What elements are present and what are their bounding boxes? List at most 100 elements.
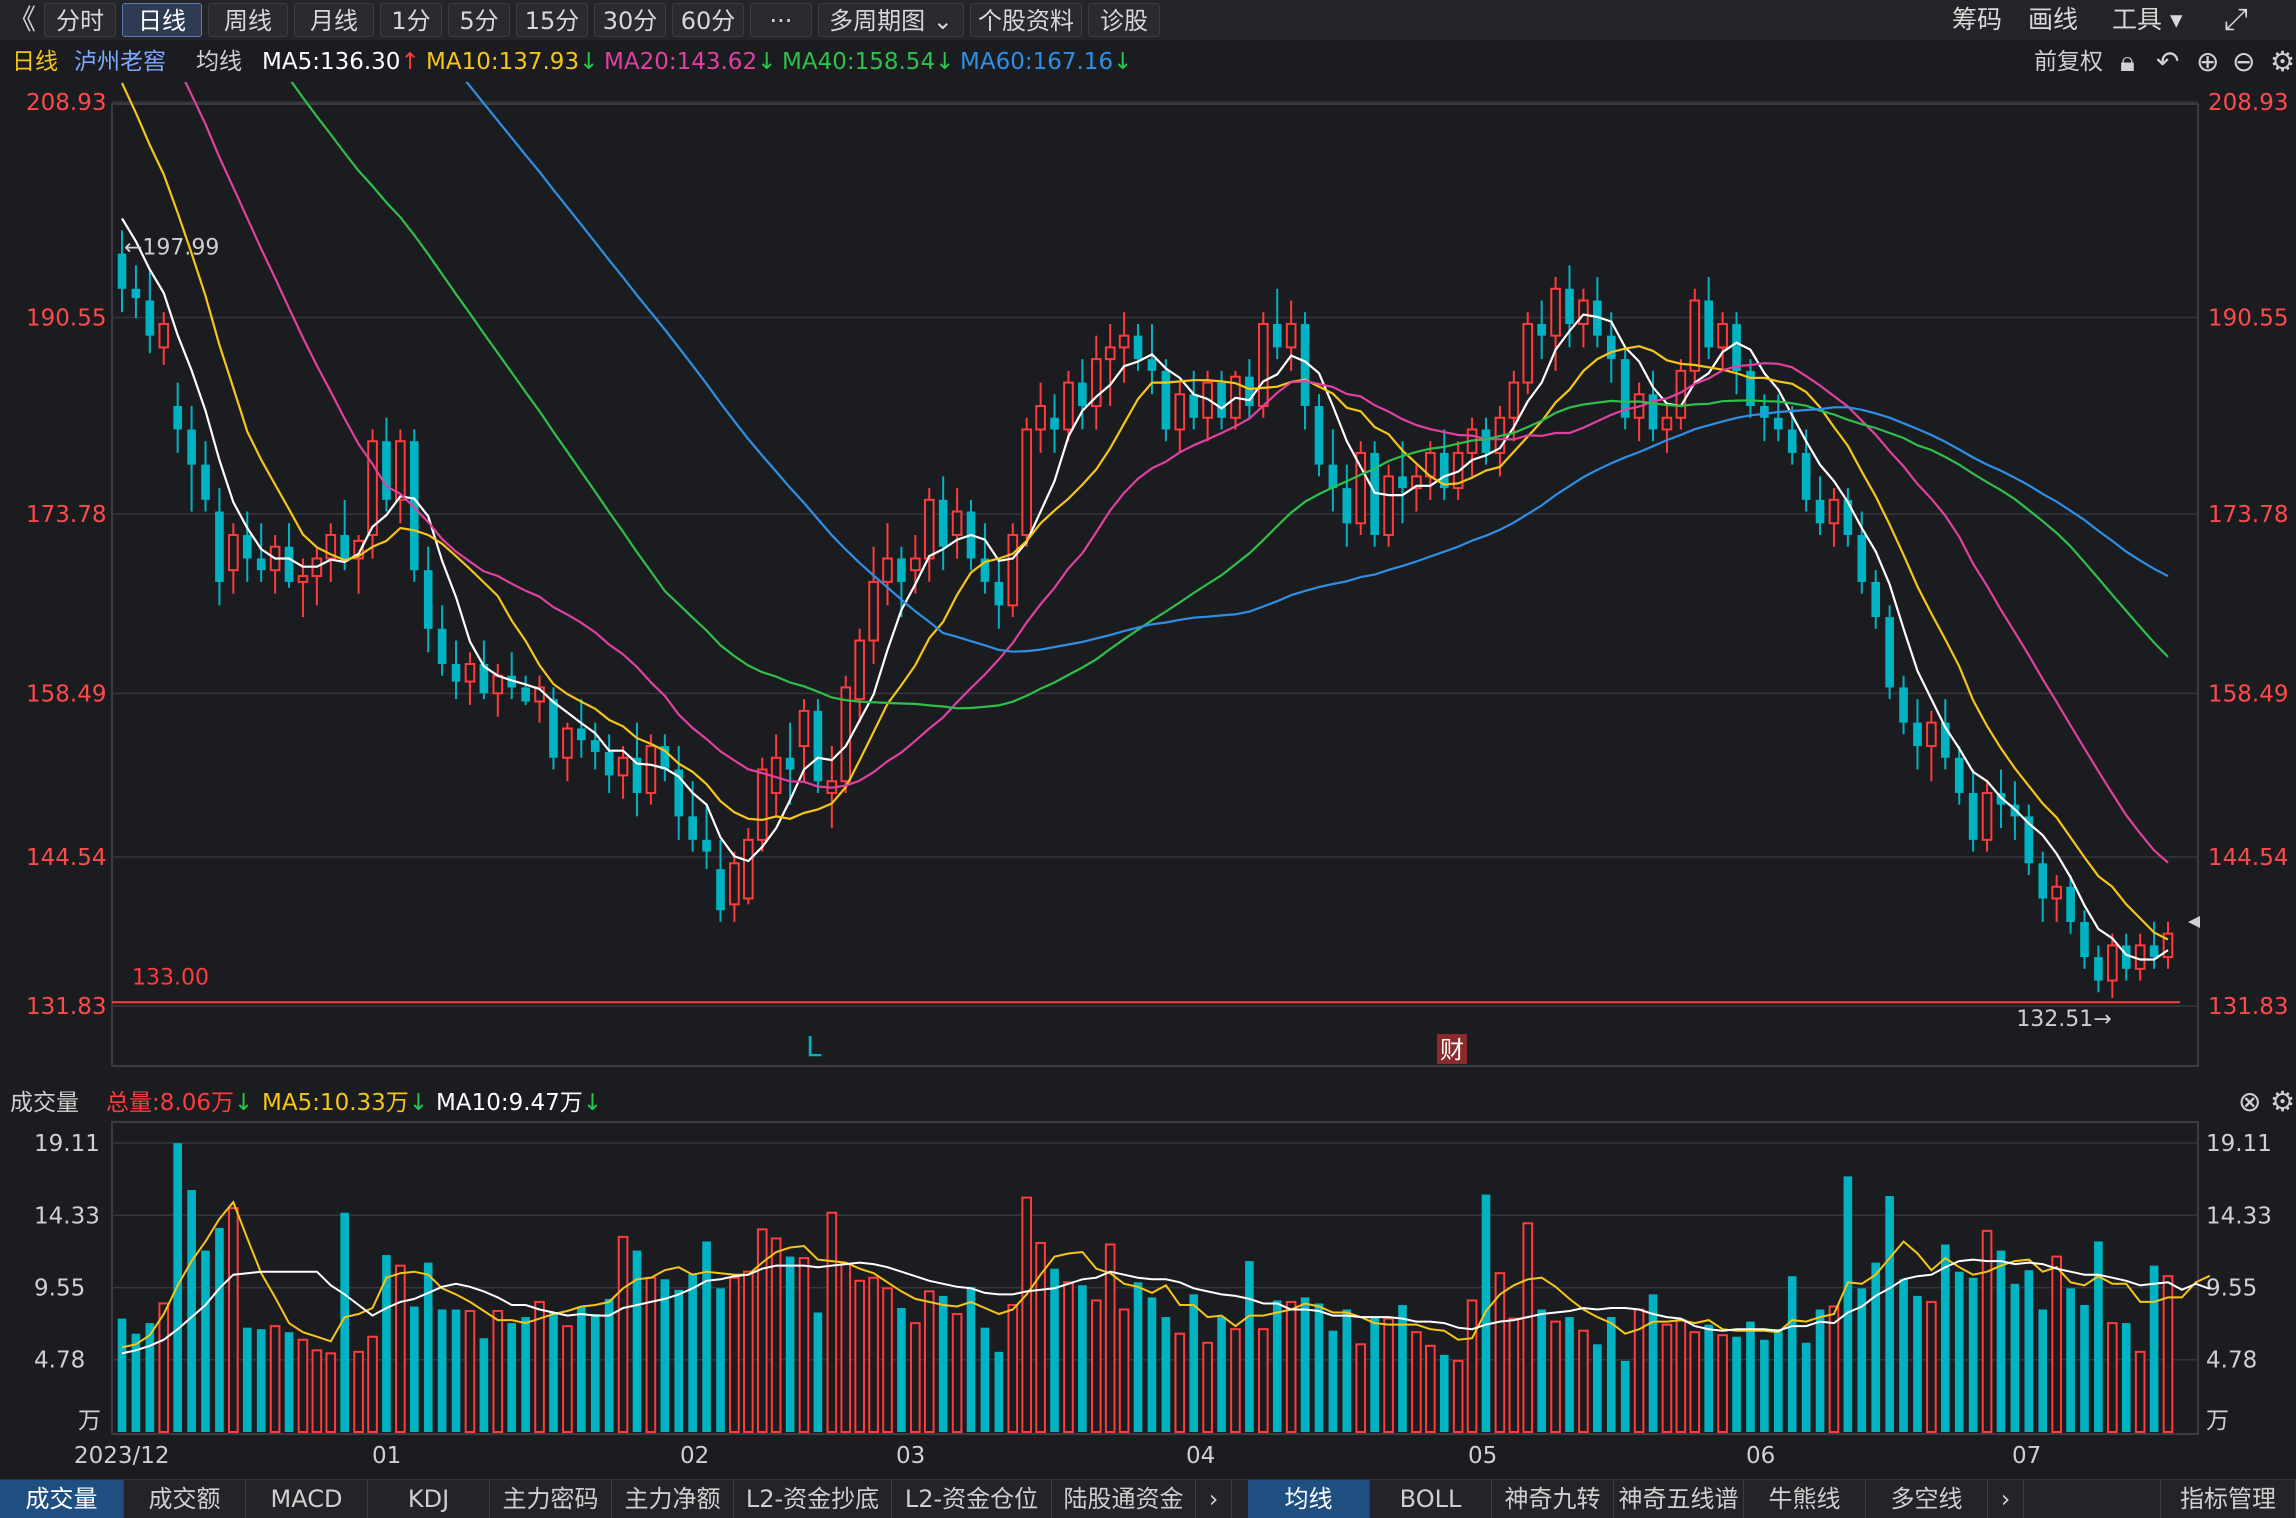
candle-down[interactable] [1217, 382, 1226, 418]
volume-bar-up[interactable] [2107, 1322, 2118, 1433]
candle-up[interactable] [297, 575, 309, 583]
volume-bar-up[interactable] [1021, 1196, 1033, 1433]
volume-bar-down[interactable] [1606, 1317, 1616, 1432]
candle-down[interactable] [1078, 382, 1087, 407]
volume-bar-down[interactable] [145, 1323, 155, 1432]
volume-bar-down[interactable] [1161, 1317, 1171, 1432]
volume-bar-down[interactable] [1217, 1317, 1226, 1432]
candle-up[interactable] [645, 745, 657, 794]
candle-up[interactable] [951, 510, 963, 537]
candle-up[interactable] [492, 674, 504, 695]
volume-bar-down[interactable] [1968, 1277, 1978, 1432]
volume-bar-up[interactable] [1828, 1305, 1840, 1433]
volume-bar-down[interactable] [242, 1327, 252, 1432]
volume-bar-up[interactable] [1202, 1341, 1213, 1434]
volume-bar-down[interactable] [938, 1295, 948, 1432]
volume-bar-up[interactable] [1257, 1328, 1269, 1433]
volume-bar-up[interactable] [1522, 1222, 1534, 1433]
tab-period[interactable]: 多周期图 ⌄ [818, 3, 964, 37]
volume-bar-down[interactable] [980, 1327, 990, 1432]
candle-down[interactable] [1245, 376, 1254, 407]
volume-bar-down[interactable] [2094, 1241, 2103, 1432]
candle-up[interactable] [2107, 944, 2118, 982]
volume-bar-up[interactable] [1689, 1331, 1701, 1433]
volume-bar-down[interactable] [1871, 1262, 1881, 1432]
volume-bar-up[interactable] [353, 1350, 364, 1433]
volume-bar-down[interactable] [201, 1250, 210, 1432]
tab-boll[interactable]: BOLL [1370, 1480, 1492, 1518]
candle-down[interactable] [1801, 452, 1811, 500]
volume-bar-down[interactable] [521, 1317, 530, 1432]
tab-bull-bear[interactable]: 牛熊线 [1744, 1480, 1866, 1518]
volume-bar-up[interactable] [269, 1325, 281, 1433]
volume-bar-up[interactable] [617, 1235, 629, 1433]
candle-down[interactable] [1787, 429, 1797, 453]
candle-down[interactable] [1133, 335, 1143, 360]
candle-down[interactable] [1398, 476, 1407, 489]
volume-bar-down[interactable] [2024, 1270, 2034, 1432]
volume-bar-down[interactable] [2066, 1288, 2075, 1432]
candle-up[interactable] [1578, 299, 1589, 325]
volume-bar-down[interactable] [1245, 1261, 1254, 1432]
tab-kdj[interactable]: KDJ [368, 1480, 490, 1518]
candle-down[interactable] [2066, 886, 2075, 922]
tab-turnover[interactable]: 成交额 [124, 1480, 246, 1518]
tab-period[interactable]: 60分 [672, 3, 744, 37]
volume-bar-down[interactable] [660, 1279, 670, 1432]
volume-bar-up[interactable] [1926, 1300, 1937, 1433]
volume-bar-down[interactable] [1314, 1303, 1324, 1432]
volume-bar-down[interactable] [479, 1338, 489, 1432]
volume-bar-up[interactable] [534, 1300, 545, 1433]
candle-up[interactable] [1285, 322, 1297, 349]
candle-down[interactable] [1272, 323, 1282, 348]
stock-name[interactable]: 泸州老窖 [74, 42, 166, 82]
candle-up[interactable] [1828, 498, 1840, 525]
volume-bar-down[interactable] [1565, 1317, 1574, 1432]
volume-bar-down[interactable] [688, 1273, 697, 1432]
candle-down[interactable] [1161, 370, 1171, 430]
volume-bar-down[interactable] [813, 1312, 823, 1432]
candle-up[interactable] [228, 534, 239, 572]
candle-up[interactable] [1689, 299, 1701, 372]
volume-bar-up[interactable] [228, 1207, 239, 1433]
candle-up[interactable] [854, 639, 865, 701]
candle-down[interactable] [1913, 722, 1922, 747]
volume-bar-up[interactable] [1285, 1300, 1297, 1433]
volume-bar-down[interactable] [1773, 1329, 1783, 1432]
candle-down[interactable] [131, 288, 141, 299]
fullscreen-icon[interactable]: ⤢ [2224, 3, 2248, 37]
volume-bar-down[interactable] [1537, 1309, 1546, 1432]
tab-l2-position[interactable]: L2-资金仓位 [892, 1480, 1052, 1518]
zoom-out-icon[interactable]: ⊖ [2232, 46, 2255, 78]
volume-bar-up[interactable] [743, 1270, 754, 1433]
candle-down[interactable] [1899, 687, 1908, 723]
tab-period[interactable]: 月线 [294, 3, 374, 37]
candle-down[interactable] [1342, 488, 1352, 524]
volume-bar-down[interactable] [1940, 1244, 1950, 1432]
volume-bar-up[interactable] [1174, 1332, 1186, 1433]
volume-bar-down[interactable] [2149, 1265, 2159, 1432]
volume-bar-up[interactable] [910, 1322, 921, 1433]
candle-down[interactable] [187, 429, 196, 465]
volume-bar-up[interactable] [1717, 1334, 1728, 1434]
candle-up[interactable] [1522, 322, 1534, 384]
tab-period[interactable]: 个股资料 [970, 3, 1082, 37]
candle-down[interactable] [1815, 499, 1825, 524]
candle-down[interactable] [1537, 323, 1546, 336]
volume-bar-down[interactable] [256, 1329, 266, 1432]
volume-bar-down[interactable] [1760, 1339, 1769, 1432]
volume-bar-up[interactable] [562, 1325, 573, 1433]
indicator-name[interactable]: 均线 [196, 42, 242, 82]
volume-bar-down[interactable] [1843, 1176, 1853, 1432]
volume-bar-up[interactable] [1063, 1281, 1074, 1433]
tab-period[interactable]: 15分 [516, 3, 588, 37]
volume-bar-down[interactable] [2080, 1304, 2089, 1432]
volume-bar-down[interactable] [897, 1307, 906, 1432]
volume-bar-up[interactable] [770, 1237, 782, 1433]
candle-up[interactable] [562, 727, 573, 759]
candle-down[interactable] [1328, 464, 1338, 489]
volume-bar-up[interactable] [1675, 1319, 1687, 1434]
volume-bar-down[interactable] [1620, 1360, 1630, 1432]
volume-bar-down[interactable] [674, 1289, 684, 1432]
volume-bar-up[interactable] [2134, 1350, 2146, 1433]
